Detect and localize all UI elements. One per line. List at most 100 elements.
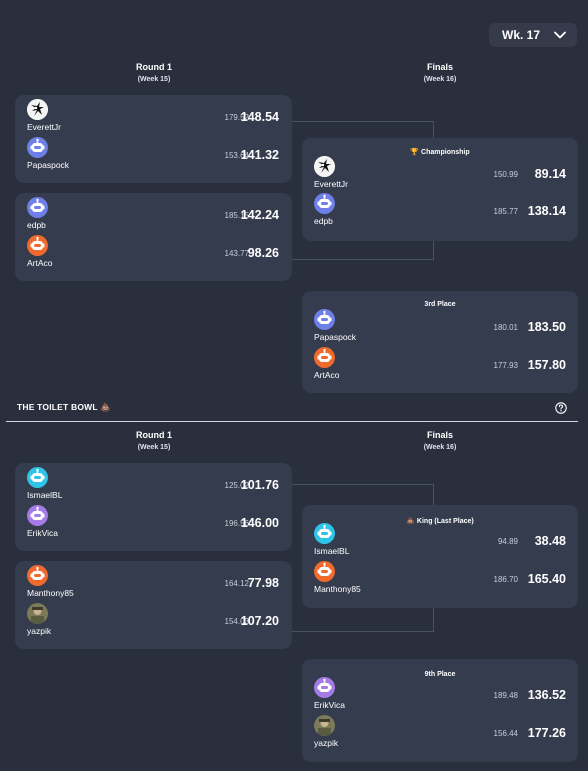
- bracket-connector: [292, 631, 434, 632]
- team-row[interactable]: IsmaelBL 94.89 38.48: [302, 523, 578, 561]
- team-score: 177.26: [527, 726, 566, 740]
- bracket-connector: [292, 259, 434, 260]
- round1-subtitle: (Week 15): [137, 76, 171, 83]
- bracket-connector: [433, 484, 434, 505]
- bracket-connector: [433, 608, 434, 632]
- team-row[interactable]: ErikVica 189.48 136.52: [302, 677, 578, 715]
- robot-avatar: [27, 467, 48, 488]
- team-score: 148.54: [240, 110, 279, 124]
- team-row[interactable]: ErikVica 196.56 146.00: [15, 505, 292, 543]
- section-divider: [6, 421, 578, 422]
- team-score: 141.32: [240, 148, 279, 162]
- team-name: Manthony85: [27, 588, 74, 598]
- team-row[interactable]: IsmaelBL 125.02 101.76: [15, 467, 292, 505]
- team-score: 89.14: [534, 167, 566, 181]
- photo-avatar: [27, 603, 48, 624]
- week-select-label: Wk. 17: [502, 28, 541, 42]
- bracket-connector: [292, 484, 434, 485]
- ninth-place-card[interactable]: 9th Place ErikVica 189.48 136.52 yazpik …: [302, 659, 578, 762]
- team-name: Papaspock: [27, 160, 70, 170]
- team-row[interactable]: EverettJr 179.52 148.54: [15, 99, 292, 137]
- photo-avatar: [314, 715, 335, 736]
- matchup-card[interactable]: EverettJr 179.52 148.54 Papaspock 153.64…: [15, 95, 292, 183]
- robot-avatar: [314, 347, 335, 368]
- third-place-card[interactable]: 3rd Place Papaspock 180.01 183.50 ArtAco…: [302, 291, 578, 393]
- team-row[interactable]: Papaspock 153.64 141.32: [15, 137, 292, 175]
- robot-avatar: [27, 505, 48, 526]
- toilet-bowl-title: THE TOILET BOWL 💩: [17, 402, 111, 412]
- robot-avatar: [27, 137, 48, 158]
- team-row[interactable]: EverettJr 150.99 89.14: [302, 156, 578, 194]
- round1-header: Round 1 (Week 15): [94, 62, 214, 85]
- robot-avatar: [314, 677, 335, 698]
- team-score: 146.00: [240, 516, 279, 530]
- team-score: 142.24: [240, 208, 279, 222]
- round1-title: Round 1: [136, 62, 172, 72]
- card-title: 🏆 Championship: [410, 149, 470, 156]
- skull-avatar: [314, 156, 335, 177]
- robot-avatar: [314, 561, 335, 582]
- team-score: 107.20: [240, 614, 279, 628]
- team-row[interactable]: edpb 185.77 138.14: [302, 193, 578, 231]
- team-name: ArtAco: [27, 258, 53, 268]
- skull-avatar: [27, 99, 48, 120]
- bracket-connector: [292, 121, 434, 122]
- finals-title: Finals: [426, 62, 453, 72]
- round1-header: Round 1 (Week 15): [94, 430, 214, 453]
- team-name: ErikVica: [314, 700, 346, 710]
- matchup-card[interactable]: edpb 185.15 142.24 ArtAco 143.77 98.26: [15, 193, 292, 281]
- robot-avatar: [27, 235, 48, 256]
- chevron-down-icon: [554, 31, 566, 39]
- finals-header: Finals (Week 16): [380, 430, 500, 453]
- team-name: yazpik: [314, 738, 339, 748]
- team-row[interactable]: Manthony85 186.70 165.40: [302, 561, 578, 599]
- team-score: 98.26: [247, 246, 279, 260]
- matchup-card[interactable]: Manthony85 164.12 77.98 yazpik 154.03 10…: [15, 561, 292, 649]
- team-name: IsmaelBL: [314, 546, 350, 556]
- robot-avatar: [314, 523, 335, 544]
- team-score: 165.40: [527, 572, 566, 586]
- matchup-card[interactable]: IsmaelBL 125.02 101.76 ErikVica 196.56 1…: [15, 463, 292, 551]
- team-row[interactable]: yazpik 156.44 177.26: [302, 715, 578, 753]
- team-score: 38.48: [534, 534, 566, 548]
- finals-title: Finals: [426, 430, 453, 440]
- card-title: 3rd Place: [424, 301, 456, 308]
- bracket-connector: [433, 241, 434, 260]
- team-name: yazpik: [27, 626, 52, 636]
- team-score: 77.98: [247, 576, 279, 590]
- team-row[interactable]: Papaspock 180.01 183.50: [302, 309, 578, 347]
- team-name: Manthony85: [314, 584, 361, 594]
- question-circle-icon[interactable]: [555, 402, 567, 414]
- team-row[interactable]: Manthony85 164.12 77.98: [15, 565, 292, 603]
- finals-subtitle: (Week 16): [423, 76, 457, 83]
- team-row[interactable]: yazpik 154.03 107.20: [15, 603, 292, 641]
- team-score: 183.50: [527, 320, 566, 334]
- team-row[interactable]: ArtAco 143.77 98.26: [15, 235, 292, 273]
- robot-avatar: [314, 193, 335, 214]
- team-score: 101.76: [240, 478, 279, 492]
- team-score: 136.52: [527, 688, 566, 702]
- team-name: edpb: [27, 220, 46, 230]
- team-name: Papaspock: [314, 332, 357, 342]
- team-name: ErikVica: [27, 528, 59, 538]
- team-name: ArtAco: [314, 370, 340, 380]
- team-name: edpb: [314, 216, 333, 226]
- last-place-card[interactable]: 💩 King (Last Place) IsmaelBL 94.89 38.48…: [302, 505, 578, 608]
- finals-header: Finals (Week 16): [380, 62, 500, 85]
- robot-avatar: [314, 309, 335, 330]
- championship-card[interactable]: 🏆 Championship EverettJr 150.99 89.14 ed…: [302, 138, 578, 241]
- team-score: 138.14: [527, 204, 566, 218]
- team-name: IsmaelBL: [27, 490, 63, 500]
- team-row[interactable]: edpb 185.15 142.24: [15, 197, 292, 235]
- team-score: 157.80: [527, 358, 566, 372]
- round1-title: Round 1: [136, 430, 172, 440]
- round1-subtitle: (Week 15): [137, 444, 171, 451]
- robot-avatar: [27, 565, 48, 586]
- robot-avatar: [27, 197, 48, 218]
- week-select[interactable]: Wk. 17: [489, 23, 577, 47]
- team-row[interactable]: ArtAco 177.93 157.80: [302, 347, 578, 385]
- team-name: EverettJr: [27, 122, 62, 132]
- team-name: EverettJr: [314, 179, 349, 189]
- bracket-connector: [433, 121, 434, 138]
- finals-subtitle: (Week 16): [423, 444, 457, 451]
